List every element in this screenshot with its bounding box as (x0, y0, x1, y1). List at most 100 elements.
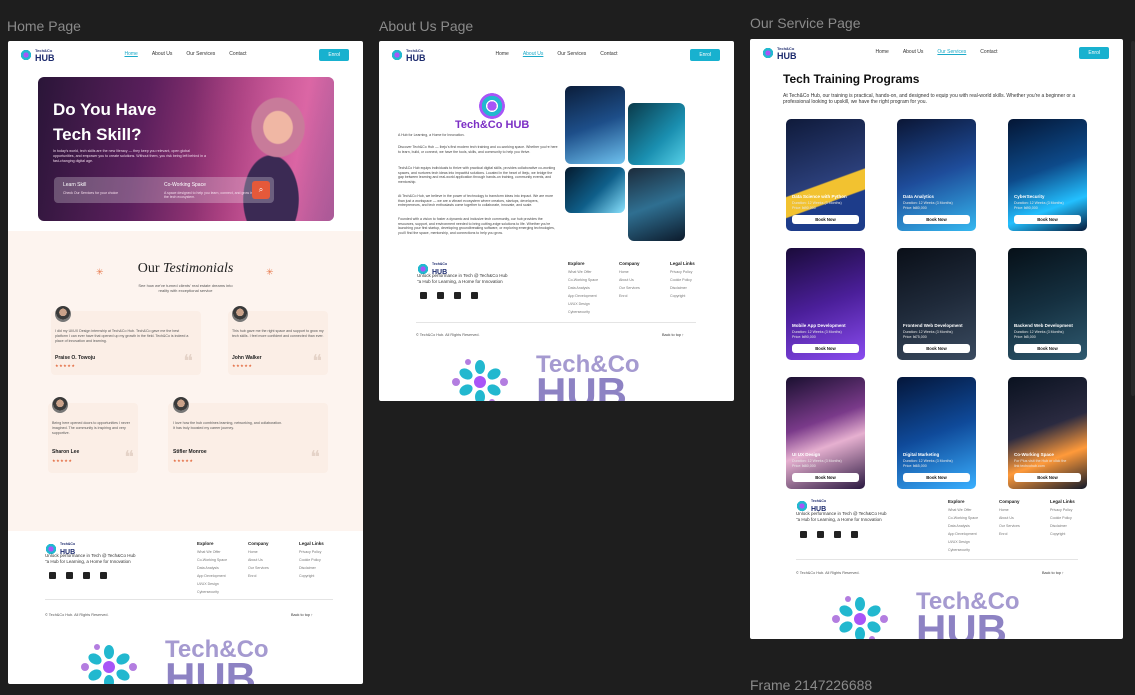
footer-link[interactable]: Disclaimer (670, 284, 695, 292)
nav-link-contact[interactable]: Contact (229, 51, 246, 57)
footer-link[interactable]: Privacy Policy (1050, 506, 1075, 514)
x-icon[interactable] (420, 292, 427, 299)
linkedin-icon[interactable] (851, 531, 858, 538)
back-to-top-link[interactable]: Back to top ↑ (291, 613, 313, 617)
hero-search-bar[interactable]: Learn Skill Check Our Services for your … (54, 177, 274, 203)
footer-link[interactable]: Home (248, 548, 269, 556)
enrol-button[interactable]: Enrol (1079, 47, 1109, 59)
footer-link[interactable]: What We Offer (568, 268, 598, 276)
linkedin-icon[interactable] (471, 292, 478, 299)
facebook-icon[interactable] (437, 292, 444, 299)
footer-link[interactable]: Co-Working Space (568, 276, 598, 284)
instagram-icon[interactable] (83, 572, 90, 579)
footer-link[interactable]: Cookie Policy (670, 276, 695, 284)
nav-link-contact[interactable]: Contact (980, 49, 997, 55)
footer-link[interactable]: App Development (197, 572, 227, 580)
book-now-button[interactable]: Book Now (903, 215, 970, 224)
footer-link[interactable]: App Development (568, 292, 598, 300)
nav-link-home[interactable]: Home (875, 49, 888, 55)
footer-link[interactable]: Cybersecurity (197, 588, 227, 596)
footer-link[interactable]: Cybersecurity (568, 308, 598, 316)
back-to-top-link[interactable]: Back to top ↑ (662, 333, 684, 337)
footer-legal: Legal Links Privacy Policy Cookie Policy… (1050, 498, 1075, 538)
x-icon[interactable] (49, 572, 56, 579)
footer-link[interactable]: What We Offer (197, 548, 227, 556)
avatar (55, 306, 71, 322)
nav-link-services[interactable]: Our Services (557, 51, 586, 57)
footer-link[interactable]: UI/UX Design (948, 538, 978, 546)
nav-link-about[interactable]: About Us (903, 49, 924, 55)
footer-link[interactable]: UI/UX Design (197, 580, 227, 588)
nav-link-contact[interactable]: Contact (600, 51, 617, 57)
quote-icon: ❝ (183, 351, 193, 371)
enrol-button[interactable]: Enrol (690, 49, 720, 61)
footer-link[interactable]: App Development (948, 530, 978, 538)
instagram-icon[interactable] (454, 292, 461, 299)
footer-link[interactable]: Disclaimer (1050, 522, 1075, 530)
footer-link[interactable]: What We Offer (948, 506, 978, 514)
service-page-frame[interactable]: Tech&Co HUB Home About Us Our Services Co… (750, 39, 1123, 639)
book-now-button[interactable]: Book Now (792, 344, 859, 353)
book-now-button[interactable]: Book Now (792, 473, 859, 482)
footer-link[interactable]: Our Services (248, 564, 269, 572)
book-now-button[interactable]: Book Now (1014, 473, 1081, 482)
nav-link-services[interactable]: Our Services (186, 51, 215, 57)
home-page-frame[interactable]: Tech&Co HUB Home About Us Our Services Co… (8, 41, 363, 684)
facebook-icon[interactable] (66, 572, 73, 579)
book-now-button[interactable]: Book Now (792, 215, 859, 224)
footer-link[interactable]: Enrol (619, 292, 640, 300)
wordmark-big: HUB (916, 606, 1007, 640)
x-icon[interactable] (800, 531, 807, 538)
testimonial-text: I love how the hub combines learning, ne… (173, 421, 283, 430)
footer-link[interactable]: About Us (619, 276, 640, 284)
facebook-icon[interactable] (817, 531, 824, 538)
footer-link[interactable]: Data Analysis (197, 564, 227, 572)
footer-link[interactable]: Home (619, 268, 640, 276)
enrol-button[interactable]: Enrol (319, 49, 349, 61)
book-now-button[interactable]: Book Now (1014, 344, 1081, 353)
footer-link[interactable]: Privacy Policy (670, 268, 695, 276)
nav-link-home[interactable]: Home (495, 51, 508, 57)
nav-link-about[interactable]: About Us (152, 51, 173, 57)
footer-link[interactable]: Copyright (670, 292, 695, 300)
learn-skill-label[interactable]: Learn Skill (63, 182, 86, 188)
footer-link[interactable]: Privacy Policy (299, 548, 324, 556)
program-title: Frontend Web Development (903, 323, 963, 328)
program-price: Price: ₦80,000 (792, 463, 816, 468)
linkedin-icon[interactable] (100, 572, 107, 579)
program-title: Data Analytics (903, 194, 934, 199)
footer-link[interactable]: Copyright (299, 572, 324, 580)
footer-link[interactable]: About Us (248, 556, 269, 564)
book-now-button[interactable]: Book Now (903, 473, 970, 482)
footer-link[interactable]: Data Analysis (568, 284, 598, 292)
footer-link[interactable]: Co-Working Space (948, 514, 978, 522)
footer-link[interactable]: Co-Working Space (197, 556, 227, 564)
nav-link-home[interactable]: Home (124, 51, 137, 57)
footer-link[interactable]: Home (999, 506, 1020, 514)
footer-link[interactable]: About Us (999, 514, 1020, 522)
footer-link[interactable]: Our Services (619, 284, 640, 292)
footer-link[interactable]: Enrol (999, 530, 1020, 538)
program-card: Data Analytics Duration: 12 Weeks (3 Mont… (897, 119, 976, 231)
footer-link[interactable]: Disclaimer (299, 564, 324, 572)
footer-link[interactable]: Enrol (248, 572, 269, 580)
book-now-button[interactable]: Book Now (903, 344, 970, 353)
footer-link[interactable]: Cookie Policy (1050, 514, 1075, 522)
search-button[interactable]: ⌕ (252, 181, 270, 199)
collage-image (628, 168, 685, 241)
program-title: Digital Marketing (903, 452, 940, 457)
footer-link[interactable]: Copyright (1050, 530, 1075, 538)
footer-link[interactable]: Cookie Policy (299, 556, 324, 564)
wordmark-big: HUB (165, 654, 256, 685)
book-now-button[interactable]: Book Now (1014, 215, 1081, 224)
footer-link[interactable]: UI/UX Design (568, 300, 598, 308)
nav-link-services[interactable]: Our Services (937, 49, 966, 55)
footer-link[interactable]: Cybersecurity (948, 546, 978, 554)
footer-link[interactable]: Data Analysis (948, 522, 978, 530)
instagram-icon[interactable] (834, 531, 841, 538)
footer-link[interactable]: Our Services (999, 522, 1020, 530)
nav-link-about[interactable]: About Us (523, 51, 544, 57)
about-page-frame[interactable]: Tech&Co HUB Home About Us Our Services Co… (379, 41, 734, 401)
coworking-label[interactable]: Co-Working Space (164, 182, 206, 188)
back-to-top-link[interactable]: Back to top ↑ (1042, 571, 1064, 575)
